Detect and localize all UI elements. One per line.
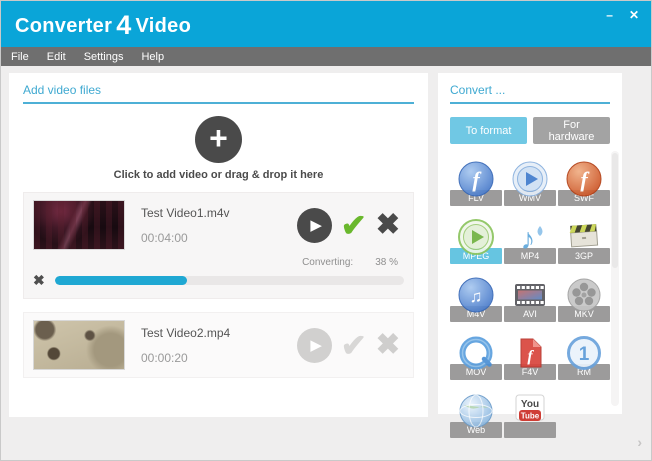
m4v-icon: ♫ [456, 275, 496, 315]
threegp-icon [564, 217, 604, 257]
mp4-glyph: ♪ [521, 223, 536, 256]
scrollbar[interactable] [611, 151, 619, 406]
app-window: Converter 4 Video – ✕ File Edit Settings H… [0, 0, 652, 461]
format-web[interactable]: Web [450, 391, 502, 438]
youtube-text-bottom: Tube [521, 412, 540, 421]
add-video-area: + Click to add video or drag & drop it h… [23, 116, 414, 181]
rm-glyph: 1 [579, 344, 590, 365]
wmv-icon [510, 159, 550, 199]
add-video-button[interactable]: + [195, 116, 242, 163]
video-actions-1: ▶ ✔ ✖ [296, 207, 404, 243]
format-mov[interactable]: MOV [450, 333, 502, 380]
remove-icon[interactable]: ✖ [376, 210, 400, 240]
minimize-icon[interactable]: – [606, 8, 613, 22]
video-item-2: Test Video2.mp4 00:00:20 ▶ ✔ ✖ [23, 312, 414, 378]
video-row-1: Test Video1.m4v 00:04:00 ▶ ✔ ✖ [33, 200, 404, 250]
video-duration-2: 00:00:20 [141, 350, 188, 365]
app-title-part1: Converter [15, 15, 113, 37]
video-info-2: Test Video2.mp4 00:00:20 [141, 326, 230, 365]
progress-bar [54, 276, 404, 285]
f4v-icon: f [510, 333, 550, 373]
progress-row: ✖ [33, 272, 404, 289]
menu-help[interactable]: Help [141, 51, 164, 63]
video-duration-1: 00:04:00 [141, 230, 188, 245]
format-avi[interactable]: AVI [504, 275, 556, 322]
app-title-part3: Video [135, 15, 192, 37]
mkv-icon [564, 275, 604, 315]
progress-meta: Converting: 38 % [33, 257, 404, 268]
video-info-1: Test Video1.m4v 00:04:00 [141, 206, 230, 245]
progress-percent: 38 % [375, 257, 398, 268]
convert-panel: Convert ... To format For hardware f FLV… [438, 73, 622, 438]
swf-icon: f [564, 159, 604, 199]
format-youtube[interactable]: You Tube [504, 391, 556, 438]
drop-hint-text[interactable]: Click to add video or drag & drop it her… [23, 169, 414, 181]
format-swf[interactable]: f SWF [558, 159, 610, 206]
play-icon-disabled: ▶ [296, 327, 332, 363]
m4v-glyph: ♫ [470, 287, 483, 306]
close-icon[interactable]: ✕ [629, 8, 639, 22]
format-rm[interactable]: 1 RM [558, 333, 610, 380]
scrollbar-thumb[interactable] [612, 153, 618, 268]
mov-icon [456, 333, 496, 373]
menu-file[interactable]: File [11, 51, 29, 63]
video-name-2: Test Video2.mp4 [141, 325, 231, 340]
rm-icon: 1 [564, 333, 604, 373]
add-video-panel: Add video files + Click to add video or … [9, 73, 428, 417]
add-panel-header: Add video files [23, 83, 414, 104]
format-grid: f FLV WMV f SWF MPEG ♪ MP4 3GP ♫ M4V AVI… [450, 159, 610, 438]
web-globe-icon [456, 391, 496, 431]
format-f4v[interactable]: f F4V [504, 333, 556, 380]
menu-settings[interactable]: Settings [84, 51, 124, 63]
window-controls: – ✕ [606, 8, 639, 22]
video-name-1: Test Video1.m4v [141, 205, 230, 220]
format-flv[interactable]: f FLV [450, 159, 502, 206]
converting-label: Converting: [302, 257, 354, 268]
app-title-part2: 4 [116, 10, 132, 40]
check-icon-disabled: ✔ [340, 327, 367, 363]
format-m4v[interactable]: ♫ M4V [450, 275, 502, 322]
menu-bar: File Edit Settings Help [1, 47, 651, 66]
title-bar: Converter 4 Video – ✕ [1, 1, 651, 47]
progress-bar-fill [54, 276, 188, 285]
format-mpeg[interactable]: MPEG [450, 217, 502, 264]
video-actions-2: ▶ ✔ ✖ [296, 327, 404, 363]
app-title: Converter 4 Video [15, 10, 191, 41]
expand-arrow-icon[interactable]: › [637, 434, 642, 450]
format-mkv[interactable]: MKV [558, 275, 610, 322]
youtube-text-top: You [521, 399, 539, 410]
format-3gp[interactable]: 3GP [558, 217, 610, 264]
check-icon[interactable]: ✔ [341, 210, 367, 241]
remove-icon-2[interactable]: ✖ [376, 330, 400, 360]
convert-panel-header: Convert ... [450, 83, 610, 104]
menu-edit[interactable]: Edit [47, 51, 66, 63]
convert-mode-buttons: To format For hardware [450, 117, 610, 144]
avi-icon [510, 275, 550, 315]
video-thumbnail-2 [33, 320, 125, 370]
cancel-convert-icon[interactable]: ✖ [33, 272, 45, 289]
youtube-icon: You Tube [510, 391, 550, 431]
to-format-button[interactable]: To format [450, 117, 527, 144]
video-row-2: Test Video2.mp4 00:00:20 ▶ ✔ ✖ [33, 320, 404, 370]
flv-icon: f [456, 159, 496, 199]
video-item-1: Test Video1.m4v 00:04:00 ▶ ✔ ✖ Convertin… [23, 192, 414, 299]
format-mp4[interactable]: ♪ MP4 [504, 217, 556, 264]
video-thumbnail-1 [33, 200, 125, 250]
format-wmv[interactable]: WMV [504, 159, 556, 206]
for-hardware-button[interactable]: For hardware [533, 117, 610, 144]
mp4-icon: ♪ [510, 217, 550, 257]
mpeg-icon [456, 217, 496, 257]
play-icon[interactable]: ▶ [296, 207, 332, 243]
